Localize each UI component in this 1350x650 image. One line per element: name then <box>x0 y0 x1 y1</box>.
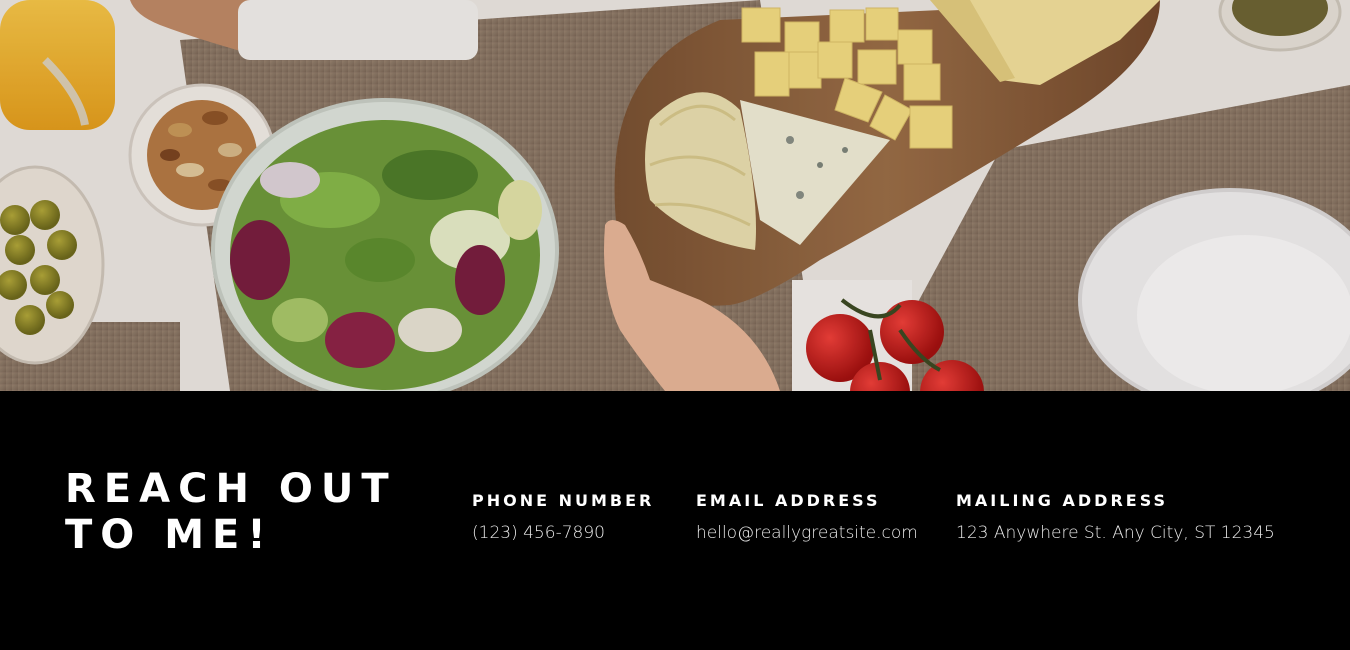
phone-block: PHONE NUMBER (123) 456-7890 <box>472 491 654 543</box>
contact-heading: REACH OUT TO ME! <box>65 466 397 558</box>
email-label: EMAIL ADDRESS <box>696 491 881 510</box>
hero-photo <box>0 0 1350 391</box>
mailing-value: 123 Anywhere St. Any City, ST 12345 <box>956 523 1275 543</box>
email-block: EMAIL ADDRESS hello@reallygreatsite.com <box>696 491 918 543</box>
mailing-label: MAILING ADDRESS <box>956 491 1169 510</box>
heading-line-2: TO ME! <box>65 512 274 558</box>
phone-value[interactable]: (123) 456-7890 <box>472 523 654 543</box>
phone-label: PHONE NUMBER <box>472 491 655 510</box>
heading-line-1: REACH OUT <box>65 466 397 512</box>
email-value[interactable]: hello@reallygreatsite.com <box>696 523 918 543</box>
contact-section: REACH OUT TO ME! PHONE NUMBER (123) 456-… <box>0 391 1350 650</box>
mailing-block: MAILING ADDRESS 123 Anywhere St. Any Cit… <box>956 491 1275 543</box>
food-table-illustration <box>0 0 1350 391</box>
